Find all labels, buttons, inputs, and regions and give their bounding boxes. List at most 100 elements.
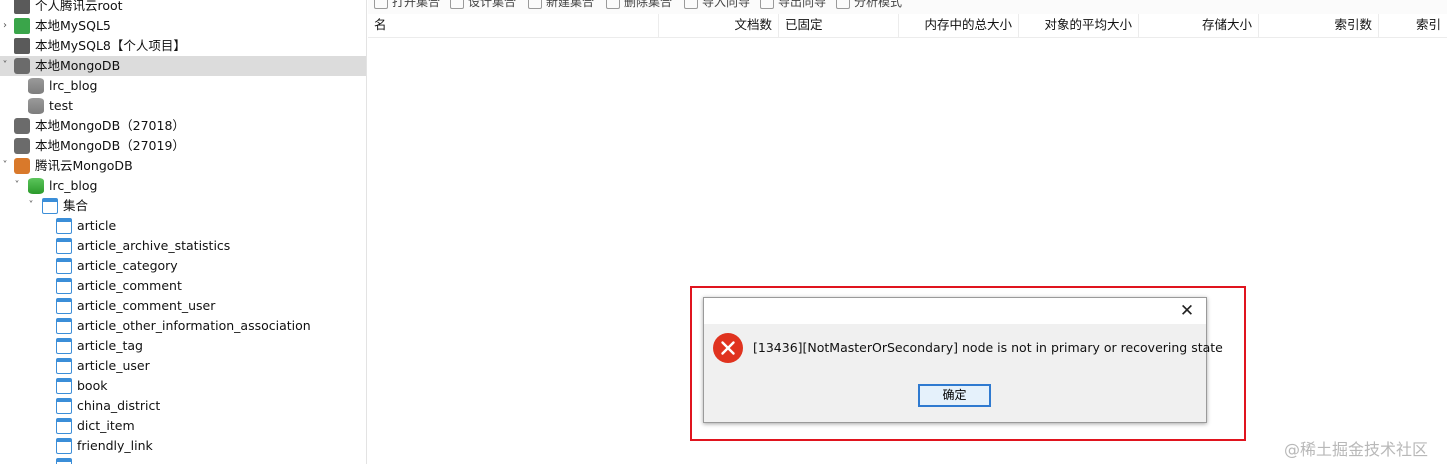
analyze-mode-button[interactable]: 分析模式 xyxy=(836,0,902,10)
collection-icon xyxy=(56,238,72,254)
collection-icon xyxy=(56,358,72,374)
design-collection-button[interactable]: 设计集合 xyxy=(450,0,516,10)
tree-item-label: book xyxy=(77,378,108,393)
tree-item-label: lrc_blog xyxy=(49,78,98,93)
tree-item-label: article_archive_statistics xyxy=(77,238,231,253)
tree-item-label: dict_item xyxy=(77,418,135,433)
export-wizard-button[interactable]: 导出向导 xyxy=(760,0,826,10)
add-icon xyxy=(528,0,542,9)
tree-item-collection[interactable]: book xyxy=(0,376,366,396)
column-header-capped[interactable]: 已固定 xyxy=(779,14,899,38)
tree-item-label: 本地MongoDB xyxy=(35,58,121,73)
tree-item-collection[interactable]: article_other_information_association xyxy=(0,316,366,336)
delete-collection-button[interactable]: 删除集合 xyxy=(606,0,672,10)
tree-item-label: china_district xyxy=(77,398,161,413)
dialog-titlebar: ✕ xyxy=(704,298,1206,324)
tree-item-collection[interactable]: article xyxy=(0,216,366,236)
chevron-down-icon[interactable]: ˅ xyxy=(0,56,10,76)
tree-item-collection[interactable]: article_category xyxy=(0,256,366,276)
tree-item-db-test[interactable]: test xyxy=(0,96,366,116)
tree-item-label: 本地MySQL8【个人项目】 xyxy=(35,38,186,53)
tree-item-mongodb-27019[interactable]: 本地MongoDB（27019） xyxy=(0,136,366,156)
error-icon xyxy=(713,333,743,363)
tree-item-tencent-mongodb[interactable]: ˅ 腾讯云MongoDB xyxy=(0,156,366,176)
collection-icon xyxy=(56,458,72,464)
design-icon xyxy=(450,0,464,9)
tree-item-collection[interactable]: article_user xyxy=(0,356,366,376)
column-header-index-size[interactable]: 索引 xyxy=(1379,14,1447,38)
tree-item-collection[interactable]: dict_item xyxy=(0,416,366,436)
ok-button[interactable]: 确定 xyxy=(918,384,991,407)
tree-item-collection[interactable]: article_comment_user xyxy=(0,296,366,316)
tree-item-local-mongodb[interactable]: ˅ 本地MongoDB xyxy=(0,56,366,76)
chevron-down-icon[interactable]: ˅ xyxy=(12,176,22,196)
mysql-connection-icon xyxy=(14,38,30,54)
open-collection-button[interactable]: 打开集合 xyxy=(374,0,440,10)
column-header-index-count[interactable]: 索引数 xyxy=(1259,14,1379,38)
tree-item-label: 集合 xyxy=(63,198,89,213)
collection-list-header: 名 文档数 已固定 内存中的总大小 对象的平均大小 存储大小 索引数 索引 xyxy=(368,14,1447,38)
mongodb-connection-icon xyxy=(14,138,30,154)
mongodb-connection-icon xyxy=(14,118,30,134)
tree-item-label: test xyxy=(49,98,74,113)
tree-item-collection[interactable]: article_archive_statistics xyxy=(0,236,366,256)
column-header-avg-object-size[interactable]: 对象的平均大小 xyxy=(1019,14,1139,38)
tree-item-collection[interactable] xyxy=(0,456,366,464)
import-wizard-button[interactable]: 导入向导 xyxy=(684,0,750,10)
mongodb-connection-icon xyxy=(14,158,30,174)
database-icon xyxy=(28,178,44,194)
tree-item-label: 本地MySQL5 xyxy=(35,18,111,33)
mongodb-connection-icon xyxy=(14,58,30,74)
database-icon xyxy=(28,78,44,94)
tree-item-label: article_category xyxy=(77,258,178,273)
delete-icon xyxy=(606,0,620,9)
tree-item-label: 腾讯云MongoDB xyxy=(35,158,133,173)
tree-item-collection[interactable]: article_comment xyxy=(0,276,366,296)
column-header-name[interactable]: 名 xyxy=(368,14,659,38)
close-icon[interactable]: ✕ xyxy=(1178,302,1196,320)
collection-icon xyxy=(56,398,72,414)
error-dialog: ✕ [13436][NotMasterOrSecondary] node is … xyxy=(703,297,1223,423)
object-toolbar: 打开集合 设计集合 新建集合 删除集合 导入向导 导出向导 分析模式 xyxy=(368,0,1447,14)
collection-icon xyxy=(56,438,72,454)
tree-item-label: article_other_information_association xyxy=(77,318,311,333)
chevron-down-icon[interactable]: ˅ xyxy=(0,156,10,176)
tree-item-collection[interactable]: friendly_link xyxy=(0,436,366,456)
tree-item-collection[interactable]: article_tag xyxy=(0,336,366,356)
collection-icon xyxy=(56,258,72,274)
column-header-doc-count[interactable]: 文档数 xyxy=(659,14,779,38)
navigation-tree: 个人腾讯云root › 本地MySQL5 本地MySQL8【个人项目】 ˅ 本地… xyxy=(0,0,367,464)
open-icon xyxy=(374,0,388,9)
tree-item-tencent-root[interactable]: 个人腾讯云root xyxy=(0,0,366,16)
collections-folder-icon xyxy=(42,198,58,214)
chevron-down-icon[interactable]: ˅ xyxy=(26,196,36,216)
error-message: [13436][NotMasterOrSecondary] node is no… xyxy=(753,340,1223,355)
new-collection-button[interactable]: 新建集合 xyxy=(528,0,594,10)
collection-icon xyxy=(56,338,72,354)
tree-item-db-lrc-blog-remote[interactable]: ˅ lrc_blog xyxy=(0,176,366,196)
tree-item-collection[interactable]: china_district xyxy=(0,396,366,416)
tree-item-label: article xyxy=(77,218,117,233)
import-icon xyxy=(684,0,698,9)
column-header-memory-size[interactable]: 内存中的总大小 xyxy=(899,14,1019,38)
tree-item-label: friendly_link xyxy=(77,438,153,453)
tree-item-collections-folder[interactable]: ˅ 集合 xyxy=(0,196,366,216)
tree-item-local-mysql5[interactable]: › 本地MySQL5 xyxy=(0,16,366,36)
tree-item-local-mysql8[interactable]: 本地MySQL8【个人项目】 xyxy=(0,36,366,56)
export-icon xyxy=(760,0,774,9)
tree-item-label: lrc_blog xyxy=(49,178,98,193)
tree-item-mongodb-27018[interactable]: 本地MongoDB（27018） xyxy=(0,116,366,136)
mysql-connection-icon xyxy=(14,18,30,34)
collection-icon xyxy=(56,418,72,434)
tree-item-label: 个人腾讯云root xyxy=(35,0,123,13)
collection-icon xyxy=(56,298,72,314)
collection-icon xyxy=(56,278,72,294)
chevron-right-icon[interactable]: › xyxy=(0,16,10,36)
collection-icon xyxy=(56,218,72,234)
tree-item-db-lrc-blog[interactable]: lrc_blog xyxy=(0,76,366,96)
tree-item-label: 本地MongoDB（27018） xyxy=(35,118,185,133)
tree-item-label: 本地MongoDB（27019） xyxy=(35,138,185,153)
tree-item-label: article_comment xyxy=(77,278,182,293)
column-header-storage-size[interactable]: 存储大小 xyxy=(1139,14,1259,38)
chart-icon xyxy=(836,0,850,9)
